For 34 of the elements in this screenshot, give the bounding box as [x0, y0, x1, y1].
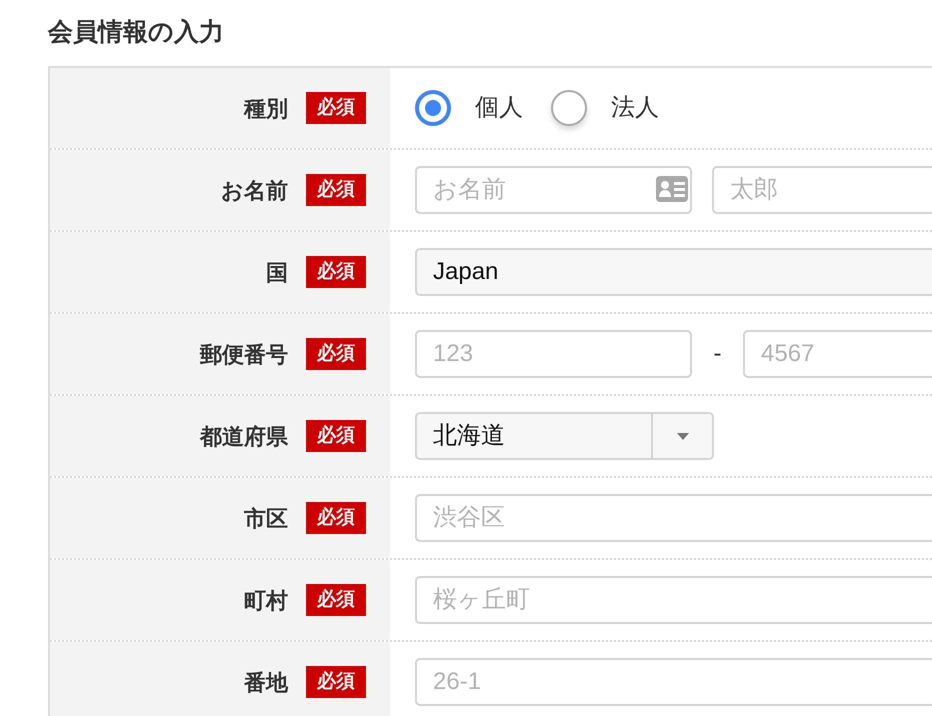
section-title: 会員情報の入力 [46, 17, 225, 48]
separator-text: - [712, 339, 722, 369]
radio-button[interactable] [551, 90, 587, 126]
required-badge: 必須 [306, 92, 366, 124]
dropdown-field[interactable]: 北海道 [415, 412, 714, 460]
id-card-icon [656, 176, 688, 202]
dropdown-value: 北海道 [432, 421, 506, 451]
field-label: 種別 [244, 94, 288, 122]
input-field[interactable]: 桜ヶ丘町 [415, 576, 932, 624]
field-label: 国 [266, 258, 288, 286]
input-field[interactable]: お名前 [415, 166, 692, 214]
field-label: 都道府県 [200, 422, 288, 450]
input-field[interactable]: 太郎 [712, 166, 932, 214]
field-label: 郵便番号 [200, 340, 288, 368]
input-field[interactable]: 123 [415, 330, 692, 378]
required-badge: 必須 [306, 420, 366, 452]
caret-icon [676, 432, 688, 440]
input-field[interactable]: 4567 [743, 330, 932, 378]
input-field[interactable]: 26-1 [415, 658, 932, 706]
input-field[interactable]: 渋谷区 [415, 494, 932, 542]
required-badge: 必須 [306, 502, 366, 534]
radio-label: 法人 [611, 93, 659, 123]
field-label: 番地 [244, 668, 288, 696]
field-label: 町村 [244, 586, 288, 614]
required-badge: 必須 [306, 666, 366, 698]
radio-button[interactable] [415, 90, 451, 126]
required-badge: 必須 [306, 256, 366, 288]
radio-label: 個人 [475, 93, 523, 123]
required-badge: 必須 [306, 338, 366, 370]
select-field[interactable]: Japan [415, 248, 932, 296]
required-badge: 必須 [306, 174, 366, 206]
field-label: お名前 [221, 176, 288, 204]
required-badge: 必須 [306, 584, 366, 616]
field-label: 市区 [244, 504, 288, 532]
